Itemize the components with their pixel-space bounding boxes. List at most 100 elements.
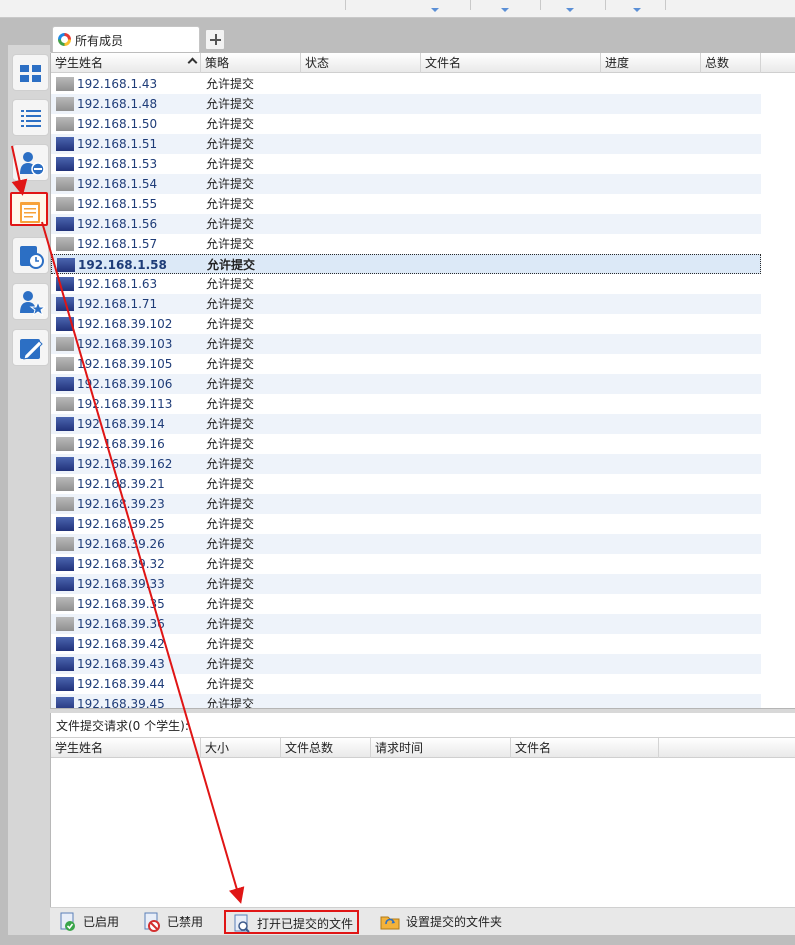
table-row[interactable]: 192.168.39.44 允许提交 [51, 674, 761, 694]
request-column-size[interactable]: 大小 [201, 738, 281, 758]
table-row[interactable]: 192.168.39.14 允许提交 [51, 414, 761, 434]
column-header-label: 文件名 [425, 56, 462, 70]
computer-screen-icon [56, 317, 74, 331]
student-policy: 允许提交 [206, 557, 255, 571]
table-row[interactable]: 192.168.1.53 允许提交 [51, 154, 761, 174]
table-row[interactable]: 192.168.1.57 允许提交 [51, 234, 761, 254]
table-row[interactable]: 192.168.39.102 允许提交 [51, 314, 761, 334]
table-row[interactable]: 192.168.39.21 允许提交 [51, 474, 761, 494]
table-row[interactable]: 192.168.39.25 允许提交 [51, 514, 761, 534]
table-row[interactable]: 192.168.1.63 允许提交 [51, 274, 761, 294]
list-view-icon[interactable] [12, 99, 49, 136]
dropdown-arrow-icon[interactable] [501, 8, 509, 12]
student-policy: 允许提交 [206, 457, 255, 471]
student-ip: 192.168.39.44 [77, 677, 165, 691]
student-policy: 允许提交 [206, 97, 255, 111]
table-row[interactable]: 192.168.39.162 允许提交 [51, 454, 761, 474]
student-ip: 192.168.39.16 [77, 437, 165, 451]
table-row[interactable]: 192.168.39.105 允许提交 [51, 354, 761, 374]
column-header-label: 总数 [705, 56, 730, 70]
request-panel-title: 文件提交请求(0 个学生): [56, 719, 189, 733]
table-row[interactable]: 192.168.39.36 允许提交 [51, 614, 761, 634]
table-row[interactable]: 192.168.39.103 允许提交 [51, 334, 761, 354]
column-header-student-name[interactable]: 学生姓名 [51, 53, 201, 73]
student-ip: 192.168.39.106 [77, 377, 173, 391]
request-column-request-time[interactable]: 请求时间 [371, 738, 511, 758]
computer-screen-icon [56, 537, 74, 551]
student-ip: 192.168.39.162 [77, 457, 173, 471]
column-header-label: 大小 [205, 741, 230, 755]
table-row[interactable]: 192.168.39.35 允许提交 [51, 594, 761, 614]
file-request-panel: 文件提交请求(0 个学生): 学生姓名 大小 文件总数 请求时间 文件名 [50, 713, 795, 907]
table-row[interactable]: 192.168.39.32 允许提交 [51, 554, 761, 574]
computer-screen-icon [56, 297, 74, 311]
thumbnail-view-icon[interactable] [12, 54, 49, 91]
enabled-button[interactable]: 已启用 [59, 910, 123, 934]
table-row[interactable]: 192.168.1.48 允许提交 [51, 94, 761, 114]
table-row[interactable]: 192.168.1.58 允许提交 [51, 254, 761, 274]
computer-screen-icon [56, 237, 74, 251]
folder-settings-icon [380, 916, 400, 930]
table-row[interactable]: 192.168.39.43 允许提交 [51, 654, 761, 674]
student-policy: 允许提交 [206, 137, 255, 151]
column-header-policy[interactable]: 策略 [201, 53, 301, 73]
computer-screen-icon [56, 177, 74, 191]
table-row[interactable]: 192.168.39.106 允许提交 [51, 374, 761, 394]
set-submit-folder-button[interactable]: 设置提交的文件夹 [380, 910, 510, 934]
column-header-progress[interactable]: 进度 [601, 53, 701, 73]
column-header-file-name[interactable]: 文件名 [421, 53, 601, 73]
table-row[interactable]: 192.168.1.50 允许提交 [51, 114, 761, 134]
computer-screen-icon [56, 137, 74, 151]
user-remove-icon[interactable] [12, 144, 49, 181]
table-row[interactable]: 192.168.39.16 允许提交 [51, 434, 761, 454]
table-row[interactable]: 192.168.1.43 允许提交 [51, 74, 761, 94]
table-row[interactable]: 192.168.39.26 允许提交 [51, 534, 761, 554]
request-column-file-name[interactable]: 文件名 [511, 738, 659, 758]
table-row[interactable]: 192.168.39.45 允许提交 [51, 694, 761, 708]
table-row[interactable]: 192.168.1.55 允许提交 [51, 194, 761, 214]
student-ip: 192.168.39.21 [77, 477, 165, 491]
edit-icon[interactable] [12, 329, 49, 366]
student-ip: 192.168.39.35 [77, 597, 165, 611]
table-row[interactable]: 192.168.39.23 允许提交 [51, 494, 761, 514]
grid-header: 学生姓名 策略 状态 文件名 进度 总数 [51, 53, 795, 73]
column-header-status[interactable]: 状态 [301, 53, 421, 73]
student-ip: 192.168.39.105 [77, 357, 173, 371]
computer-screen-icon [56, 557, 74, 571]
toolbar-separator [470, 0, 471, 10]
request-column-file-count[interactable]: 文件总数 [281, 738, 371, 758]
dropdown-arrow-icon[interactable] [566, 8, 574, 12]
table-row[interactable]: 192.168.1.71 允许提交 [51, 294, 761, 314]
user-star-icon[interactable] [12, 283, 49, 320]
computer-screen-icon [56, 97, 74, 111]
schedule-icon[interactable] [12, 237, 49, 274]
computer-screen-icon [56, 337, 74, 351]
table-row[interactable]: 192.168.1.56 允许提交 [51, 214, 761, 234]
computer-screen-icon [56, 397, 74, 411]
student-policy: 允许提交 [206, 437, 255, 451]
computer-screen-icon [56, 697, 74, 708]
file-submission-icon[interactable] [10, 192, 48, 226]
table-row[interactable]: 192.168.39.42 允许提交 [51, 634, 761, 654]
dropdown-arrow-icon[interactable] [633, 8, 641, 12]
table-row[interactable]: 192.168.39.113 允许提交 [51, 394, 761, 414]
open-submitted-files-button[interactable]: 打开已提交的文件 [224, 910, 359, 934]
dropdown-arrow-icon[interactable] [431, 8, 439, 12]
student-policy: 允许提交 [206, 657, 255, 671]
request-column-student-name[interactable]: 学生姓名 [51, 738, 201, 758]
document-search-icon [234, 914, 250, 933]
student-policy: 允许提交 [206, 117, 255, 131]
disabled-button[interactable]: 已禁用 [143, 910, 207, 934]
student-policy: 允许提交 [206, 617, 255, 631]
table-row[interactable]: 192.168.39.33 允许提交 [51, 574, 761, 594]
student-grid: 学生姓名 策略 状态 文件名 进度 总数 192.168.1.43 允许提交 192… [50, 53, 795, 708]
tab-all-members[interactable]: 所有成员 [52, 26, 200, 52]
add-tab-button[interactable] [205, 29, 225, 50]
table-row[interactable]: 192.168.1.51 允许提交 [51, 134, 761, 154]
column-header-label: 学生姓名 [55, 741, 104, 755]
column-header-total[interactable]: 总数 [701, 53, 761, 73]
student-ip: 192.168.1.63 [77, 277, 158, 291]
bottom-toolbar: 已启用 已禁用 打开已提交的文件 设置提交的文件夹 [50, 907, 795, 935]
table-row[interactable]: 192.168.1.54 允许提交 [51, 174, 761, 194]
computer-screen-icon [56, 637, 74, 651]
